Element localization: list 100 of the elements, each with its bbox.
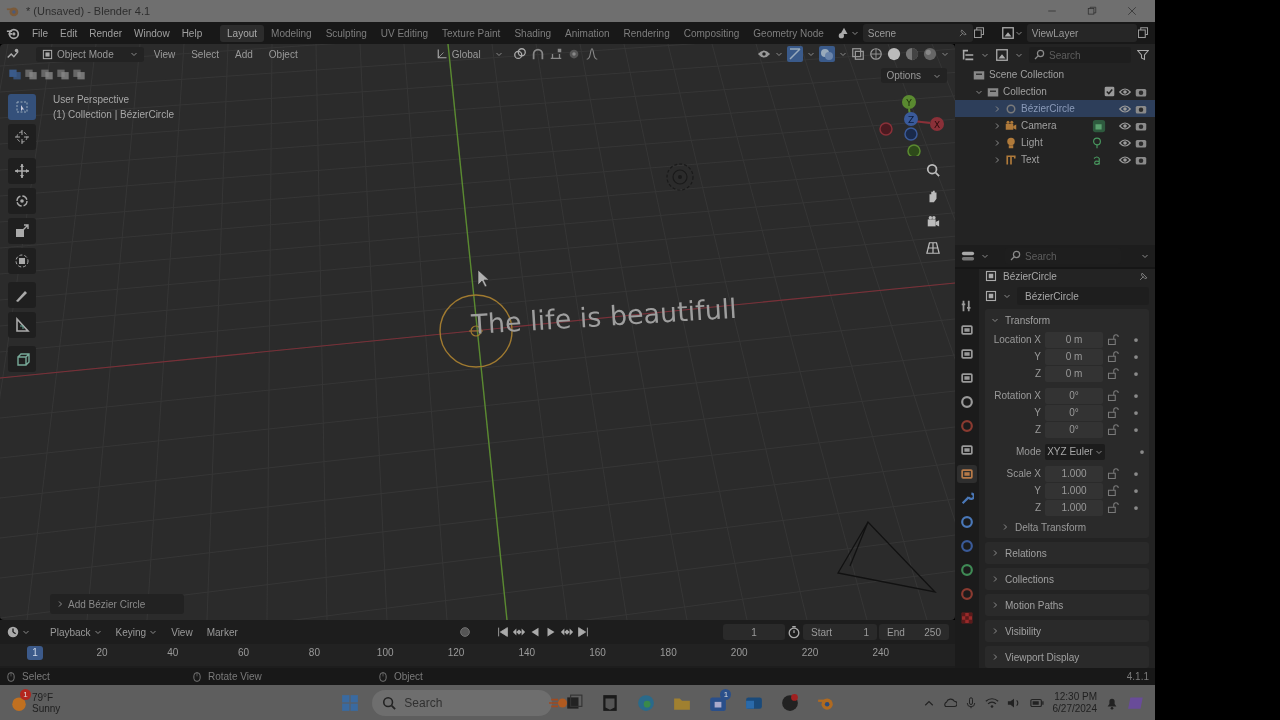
field-label: Scale X	[1005, 468, 1041, 479]
workspace-tab[interactable]: Geometry Node	[746, 24, 831, 42]
outliner-item[interactable]: Collection	[1003, 86, 1047, 97]
transform-panel-header[interactable]: Transform	[985, 309, 1149, 331]
timeline-menu-item[interactable]: Playback	[44, 626, 108, 638]
scene-text[interactable]: The life is beautifull	[470, 292, 738, 340]
outliner-item-label: Camera	[1021, 120, 1058, 131]
menu-item[interactable]: Help	[175, 27, 209, 39]
viewport-info-text: User Perspective	[53, 94, 131, 105]
end-frame-field[interactable]: End 250	[879, 624, 949, 640]
viewport-menu-item[interactable]: Object	[262, 48, 304, 60]
number-field[interactable]: 1.000	[1045, 482, 1103, 499]
field-label: Y	[1033, 407, 1041, 418]
gizmo-axis-handle[interactable]: Y	[902, 95, 916, 109]
viewport-menu-item[interactable]: Select	[185, 48, 225, 60]
scene-field[interactable]: Scene	[862, 24, 974, 42]
number-field[interactable]: 0°	[1045, 421, 1103, 438]
orientation-dropdown[interactable]: Global	[429, 46, 509, 62]
workspace-tab[interactable]: UV Editing	[373, 24, 436, 42]
frame-number: 180	[660, 647, 677, 658]
viewport-menu-item[interactable]: Add	[229, 48, 259, 60]
workspace-tab[interactable]: Compositing	[676, 24, 747, 42]
outliner-search-field[interactable]: Search	[1029, 47, 1131, 63]
status-hint: Select	[22, 671, 50, 682]
menu-item[interactable]: Render	[83, 27, 129, 39]
workspace-tab[interactable]: Layout	[220, 24, 265, 42]
workspace-tab[interactable]: Texture Paint	[435, 24, 508, 42]
start-frame-field[interactable]: Start 1	[803, 624, 877, 640]
field-label: Rotation X	[993, 390, 1041, 401]
status-hint: Object	[394, 671, 423, 682]
object-name: BézierCircle	[1003, 270, 1058, 282]
temperature-text: 79°F	[32, 691, 55, 703]
number-field[interactable]: 0°	[1045, 387, 1103, 404]
menu-item[interactable]: Window	[128, 27, 176, 39]
field-label: Location X	[992, 334, 1041, 345]
workspace-tab[interactable]: Modeling	[264, 24, 319, 42]
mode-dropdown[interactable]: Object Mode	[36, 46, 144, 62]
field-label: Z	[1033, 502, 1041, 513]
field-label: Y	[1033, 351, 1041, 362]
outliner-item-label: Text	[1021, 154, 1041, 165]
panel-header[interactable]: Relations	[985, 542, 1149, 564]
frame-number: 160	[589, 647, 606, 658]
notification-badge: 1	[720, 688, 732, 700]
number-field[interactable]: 0°	[1045, 404, 1103, 421]
view-layer-field[interactable]: ViewLayer	[1026, 24, 1137, 42]
panel-header[interactable]: Visibility	[985, 620, 1149, 642]
outliner-row[interactable]: Text	[955, 151, 1155, 168]
outliner-row[interactable]: Camera	[955, 117, 1155, 134]
workspace-tab[interactable]: Shading	[507, 24, 559, 42]
menu-item[interactable]: Edit	[54, 27, 84, 39]
viewport[interactable]: The life is beautifull Object Mode View Select Add Object Global User Perspective (1) Collection | BézierCircle Y Z X Options Add Bézier Circle	[0, 44, 955, 620]
delta-transform-header[interactable]: Delta Transform	[985, 516, 1093, 538]
frame-number: 120	[447, 647, 465, 658]
number-field[interactable]: 0 m	[1045, 331, 1103, 348]
frame-number: 40	[167, 647, 179, 658]
number-field[interactable]: 0 m	[1045, 348, 1103, 365]
notification-badge: 1	[20, 688, 31, 700]
panel-header[interactable]: Motion Paths	[985, 594, 1149, 616]
current-frame-marker[interactable]: 1	[27, 646, 43, 660]
workspace-tab[interactable]: Rendering	[616, 24, 677, 42]
current-frame-field[interactable]: 1	[723, 624, 785, 640]
outliner-row[interactable]: Light	[955, 134, 1155, 151]
field-label: Z	[1033, 368, 1041, 379]
frame-number: 200	[730, 647, 748, 658]
object-name-field[interactable]: BézierCircle	[1017, 287, 1149, 305]
outliner-row[interactable]: BézierCircle	[955, 100, 1155, 117]
field-label: Z	[1033, 424, 1041, 435]
number-field[interactable]: 1.000	[1045, 499, 1103, 516]
weather-text: Sunny	[32, 702, 61, 714]
workspace-tab[interactable]: Sculpting	[318, 24, 374, 42]
timeline-menu-item[interactable]: Marker	[200, 626, 244, 638]
workspace-tab[interactable]: Animation	[558, 24, 617, 42]
status-hint: Rotate View	[208, 671, 262, 682]
frame-number: 140	[518, 647, 536, 658]
number-field[interactable]: 1.000	[1045, 465, 1103, 482]
frame-number: 100	[376, 647, 394, 658]
panel-header[interactable]: Viewport Display	[985, 646, 1149, 668]
number-field[interactable]: 0 m	[1045, 365, 1103, 382]
taskbar-app-button[interactable]: 1	[704, 688, 733, 717]
viewport-info-text: (1) Collection | BézierCircle	[53, 109, 174, 120]
options-dropdown[interactable]: Options	[880, 68, 947, 83]
taskbar-search-field[interactable]: Search	[372, 689, 553, 716]
field-label: Y	[1033, 485, 1041, 496]
panel-header[interactable]: Collections	[985, 568, 1149, 590]
frame-number: 20	[96, 647, 108, 658]
frame-number: 220	[801, 647, 819, 658]
frame-number: 240	[872, 647, 890, 658]
timeline-menu-item[interactable]: Keying	[109, 626, 164, 638]
outliner-item-label: BézierCircle	[1021, 103, 1076, 114]
mode-select[interactable]: XYZ Euler	[1045, 443, 1105, 460]
field-label: Mode	[1015, 446, 1041, 457]
frame-number: 80	[308, 647, 320, 658]
timeline-menu-item[interactable]: View	[165, 626, 199, 638]
viewport-menu-item[interactable]: View	[147, 48, 182, 60]
window-title: * (Unsaved) - Blender 4.1	[26, 5, 151, 17]
frame-number: 60	[238, 647, 250, 658]
version-label: 4.1.1	[1126, 671, 1149, 682]
last-operator-panel[interactable]: Add Bézier Circle	[50, 594, 184, 614]
menu-item[interactable]: File	[25, 27, 54, 39]
outliner-item[interactable]: Scene Collection	[989, 69, 1065, 80]
